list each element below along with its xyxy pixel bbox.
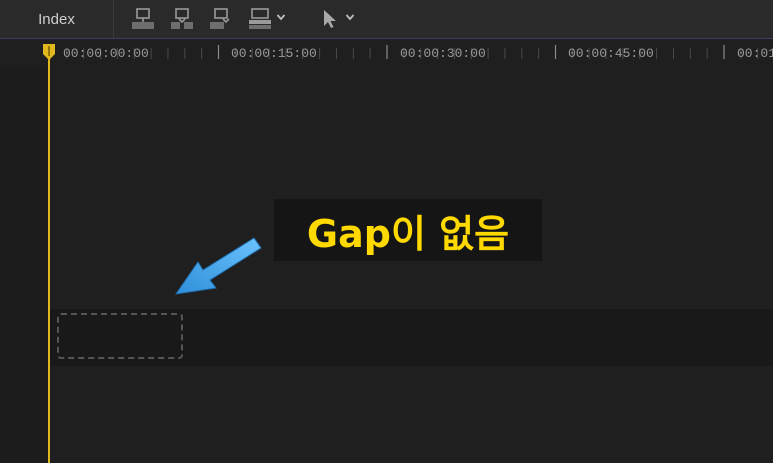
ruler-timecode: 00:01 (737, 46, 773, 61)
timeline-window: Index 00:00:00:00 00:00:15:00 00:00:30:0… (0, 0, 773, 463)
index-button[interactable]: Index (0, 0, 114, 38)
overwrite-clip-icon[interactable] (248, 7, 272, 31)
ruler-timecode: 00:00:45:00 (568, 46, 654, 61)
timeline-toolbar: Index (0, 0, 773, 39)
select-tool-icon[interactable] (318, 7, 342, 31)
ruler-timecode: 00:00:30:00 (400, 46, 486, 61)
empty-storyline-slot[interactable] (57, 313, 183, 359)
connect-clip-icon[interactable] (131, 7, 155, 31)
annotation-text: Gap이 없음 (306, 211, 510, 256)
chevron-down-icon[interactable] (345, 12, 355, 22)
insert-clip-icon[interactable] (170, 7, 194, 31)
playhead-handle-icon[interactable] (42, 43, 56, 61)
arrow-pointer-icon (174, 237, 262, 295)
track-header-gutter (0, 39, 48, 463)
chevron-down-icon[interactable] (276, 12, 286, 22)
playhead[interactable] (48, 48, 50, 463)
annotation-callout: Gap이 없음 (274, 199, 542, 261)
append-clip-icon[interactable] (209, 7, 233, 31)
ruler-timecode: 00:00:00:00 (63, 46, 149, 61)
ruler-timecode: 00:00:15:00 (231, 46, 317, 61)
